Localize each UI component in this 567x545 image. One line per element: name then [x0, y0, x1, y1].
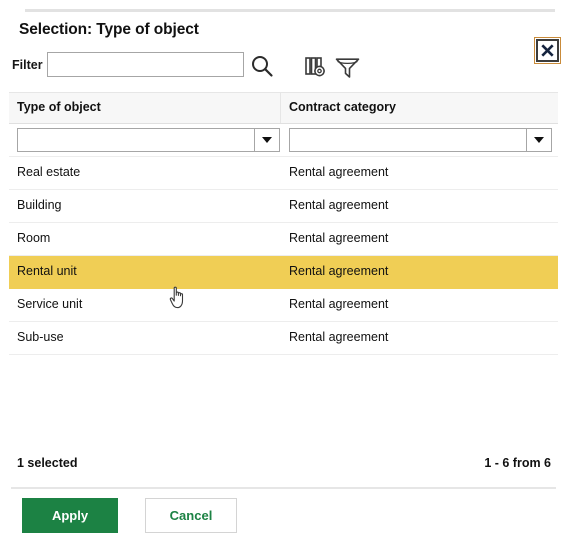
cell-contract-category: Rental agreement — [289, 264, 389, 278]
search-button[interactable] — [249, 53, 275, 79]
cell-type-of-object: Service unit — [17, 297, 83, 311]
table-row[interactable]: Sub-use Rental agreement — [9, 322, 558, 355]
column-filter-type-of-object-dropdown[interactable] — [254, 128, 280, 152]
table-row[interactable]: Service unit Rental agreement — [9, 289, 558, 322]
filter-input[interactable] — [47, 52, 244, 77]
columns-settings-button[interactable] — [304, 55, 329, 79]
cell-contract-category: Rental agreement — [289, 198, 389, 212]
dialog-header: Selection: Type of object — [0, 20, 567, 64]
cell-contract-category: Rental agreement — [289, 330, 389, 344]
column-header-contract-category[interactable]: Contract category — [289, 100, 396, 114]
filter-funnel-icon — [334, 58, 361, 82]
selected-count-label: 1 selected — [17, 456, 78, 470]
record-range-label: 1 - 6 from 6 — [484, 456, 551, 470]
apply-button[interactable]: Apply — [22, 498, 118, 533]
cell-contract-category: Rental agreement — [289, 165, 389, 179]
column-filter-type-of-object-input[interactable] — [17, 128, 254, 152]
column-separator — [280, 93, 281, 123]
cell-type-of-object: Sub-use — [17, 330, 64, 344]
chevron-down-icon — [534, 137, 544, 143]
cell-type-of-object: Room — [17, 231, 51, 245]
dialog-title: Selection: Type of object — [19, 21, 199, 38]
table-header-row: Type of object Contract category — [9, 92, 558, 124]
selection-dialog: Selection: Type of object Filter Type of… — [0, 0, 567, 545]
column-filter-contract-category-input[interactable] — [289, 128, 526, 152]
cell-type-of-object: Building — [17, 198, 62, 212]
cell-type-of-object: Rental unit — [17, 264, 77, 278]
dialog-action-bar: Apply Cancel — [0, 498, 567, 534]
filter-label: Filter — [12, 58, 43, 72]
table-row-selected[interactable]: Rental unit Rental agreement — [9, 256, 558, 289]
column-filter-row — [9, 124, 558, 157]
cell-type-of-object: Real estate — [17, 165, 81, 179]
cell-contract-category: Rental agreement — [289, 231, 389, 245]
table-row[interactable]: Real estate Rental agreement — [9, 157, 558, 190]
cancel-button[interactable]: Cancel — [145, 498, 237, 533]
column-header-type-of-object[interactable]: Type of object — [17, 100, 101, 114]
column-filter-contract-category — [289, 128, 552, 152]
filter-funnel-button[interactable] — [334, 56, 361, 79]
table-row[interactable]: Room Rental agreement — [9, 223, 558, 256]
column-filter-contract-category-dropdown[interactable] — [526, 128, 552, 152]
filter-bar: Filter — [0, 52, 567, 82]
search-icon — [249, 56, 275, 82]
footer-divider — [11, 487, 556, 489]
results-table: Type of object Contract category Real es… — [9, 92, 558, 355]
columns-settings-icon — [304, 57, 329, 82]
column-filter-type-of-object — [17, 128, 280, 152]
top-divider — [25, 9, 555, 12]
cell-contract-category: Rental agreement — [289, 297, 389, 311]
chevron-down-icon — [262, 137, 272, 143]
table-row[interactable]: Building Rental agreement — [9, 190, 558, 223]
status-bar: 1 selected 1 - 6 from 6 — [0, 456, 567, 476]
